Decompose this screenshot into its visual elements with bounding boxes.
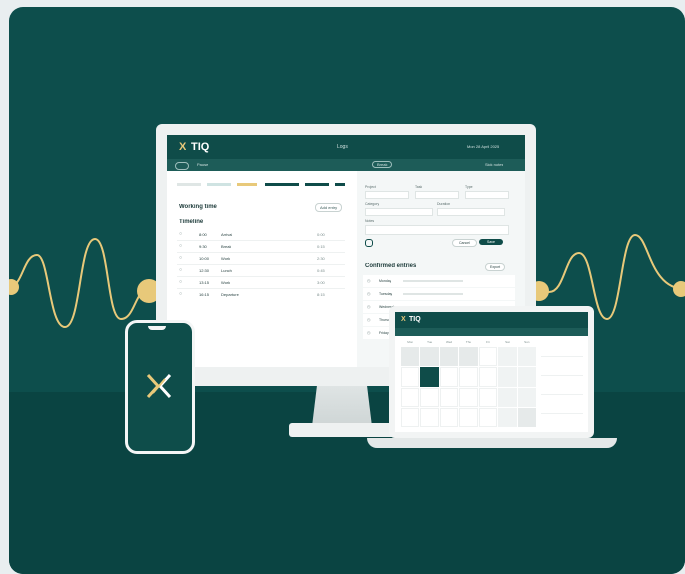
confirmed-row[interactable]: ◷ Monday xyxy=(363,275,515,287)
calendar-cell[interactable] xyxy=(517,367,536,387)
type-select[interactable] xyxy=(465,191,509,199)
timeline-row[interactable]: ○ 10:00 Work 2:30 xyxy=(177,253,345,265)
calendar-cell[interactable] xyxy=(401,367,420,387)
working-time-button[interactable]: Add entry xyxy=(315,203,343,212)
week-progress-strip xyxy=(177,183,347,186)
timeline-row[interactable]: ○ 13:15 Work 3:00 xyxy=(177,277,345,289)
confirmed-row[interactable]: ◷ Tuesday xyxy=(363,288,515,300)
hero-card: X TIQ Logs Mon 28 April 2025 Pause Break… xyxy=(9,7,685,574)
calendar-cell[interactable] xyxy=(498,387,517,407)
monitor-stand-base xyxy=(289,423,399,437)
calendar-header: Mon Tue Wed Thu Fri Sat Sun xyxy=(407,340,530,344)
calendar-cell[interactable] xyxy=(459,387,478,407)
phone-notch xyxy=(148,326,166,330)
calendar-cell[interactable] xyxy=(439,347,459,367)
calendar-cell[interactable] xyxy=(478,387,498,407)
laptop-subbar xyxy=(395,328,588,336)
timeline-row[interactable]: ○ 16:15 Departure 8:15 xyxy=(177,289,345,300)
brand-logo-icon xyxy=(146,373,172,399)
timeline-row[interactable]: ○ 9:30 Break 0:15 xyxy=(177,241,345,253)
laptop-app-header: X TIQ xyxy=(395,312,588,328)
calendar-cell[interactable] xyxy=(517,347,536,367)
toggle-pill[interactable] xyxy=(175,162,189,170)
cancel-button[interactable]: Cancel xyxy=(452,239,477,247)
laptop-brand-glyph: X xyxy=(401,316,406,323)
laptop-summary-panel xyxy=(541,340,583,428)
row-icon: ○ xyxy=(179,279,183,285)
calendar-cell[interactable] xyxy=(478,367,498,387)
calendar-cell[interactable] xyxy=(439,407,459,427)
subbar-left[interactable]: Pause xyxy=(197,162,208,167)
calendar-cell[interactable] xyxy=(439,387,459,407)
calendar-cell[interactable] xyxy=(439,367,459,387)
add-circle-icon[interactable] xyxy=(365,239,373,247)
export-button[interactable]: Export xyxy=(485,263,506,271)
task-select[interactable] xyxy=(415,191,459,199)
calendar-cell[interactable] xyxy=(401,347,420,367)
row-icon: ○ xyxy=(179,243,183,249)
working-time-title: Working time xyxy=(179,204,217,210)
calendar-cell[interactable] xyxy=(498,347,517,367)
timeline-title: Timeline xyxy=(179,219,204,225)
notes-textarea[interactable] xyxy=(365,225,509,235)
clock-icon: ◷ xyxy=(367,317,371,322)
row-icon: ○ xyxy=(179,267,183,273)
calendar-cell[interactable] xyxy=(420,347,439,367)
calendar-cell[interactable] xyxy=(401,387,420,407)
nav-date: Mon 28 April 2025 xyxy=(467,144,500,149)
laptop-screen: X TIQ Mon Tue Wed Thu Fri Sat Sun xyxy=(395,312,588,432)
clock-icon: ◷ xyxy=(367,278,371,283)
brand-name[interactable]: TIQ xyxy=(191,141,209,153)
calendar-cells xyxy=(401,347,536,427)
laptop-brand-name[interactable]: TIQ xyxy=(409,316,421,323)
row-icon: ○ xyxy=(179,291,183,297)
confirmed-title: Confirmed entries xyxy=(365,263,417,269)
phone xyxy=(125,320,195,454)
laptop: X TIQ Mon Tue Wed Thu Fri Sat Sun xyxy=(389,306,594,438)
clock-icon: ◷ xyxy=(367,291,371,296)
calendar-cell[interactable] xyxy=(459,347,478,367)
calendar-cell-selected[interactable] xyxy=(420,367,439,387)
clock-icon: ◷ xyxy=(367,330,371,335)
timeline-row[interactable]: ○ 12:30 Lunch 0:45 xyxy=(177,265,345,277)
calendar-cell[interactable] xyxy=(517,387,536,407)
calendar-grid: Mon Tue Wed Thu Fri Sat Sun xyxy=(401,340,536,428)
calendar-cell[interactable] xyxy=(498,407,517,427)
monitor-app-header: X TIQ Logs Mon 28 April 2025 xyxy=(167,135,525,159)
duration-input[interactable] xyxy=(437,208,505,216)
laptop-base xyxy=(367,438,617,448)
calendar-cell[interactable] xyxy=(401,407,420,427)
calendar-cell[interactable] xyxy=(498,367,517,387)
monitor-subbar: Pause Break Sick notes xyxy=(167,159,525,171)
nav-center-label[interactable]: Logs xyxy=(337,144,348,150)
calendar-cell[interactable] xyxy=(420,407,439,427)
timeline-row[interactable]: ○ 8:00 Arrival 0:00 xyxy=(177,229,345,241)
row-icon: ○ xyxy=(179,231,183,237)
save-button[interactable]: Save xyxy=(479,239,503,245)
wave-node-right-2 xyxy=(673,281,685,297)
calendar-cell[interactable] xyxy=(459,367,478,387)
clock-icon: ◷ xyxy=(367,304,371,309)
subbar-mid-button[interactable]: Break xyxy=(372,161,393,168)
calendar-cell[interactable] xyxy=(517,407,536,427)
project-select[interactable] xyxy=(365,191,409,199)
calendar-cell[interactable] xyxy=(478,347,498,367)
category-input[interactable] xyxy=(365,208,433,216)
monitor-stand xyxy=(312,386,372,424)
subbar-right[interactable]: Sick notes xyxy=(485,162,503,167)
brand-glyph: X xyxy=(179,141,187,153)
calendar-cell[interactable] xyxy=(420,387,439,407)
row-icon: ○ xyxy=(179,255,183,261)
calendar-cell[interactable] xyxy=(459,407,478,427)
timeline-list: ○ 8:00 Arrival 0:00 ○ 9:30 Break 0:15 ○ … xyxy=(177,229,345,300)
calendar-cell[interactable] xyxy=(478,407,498,427)
